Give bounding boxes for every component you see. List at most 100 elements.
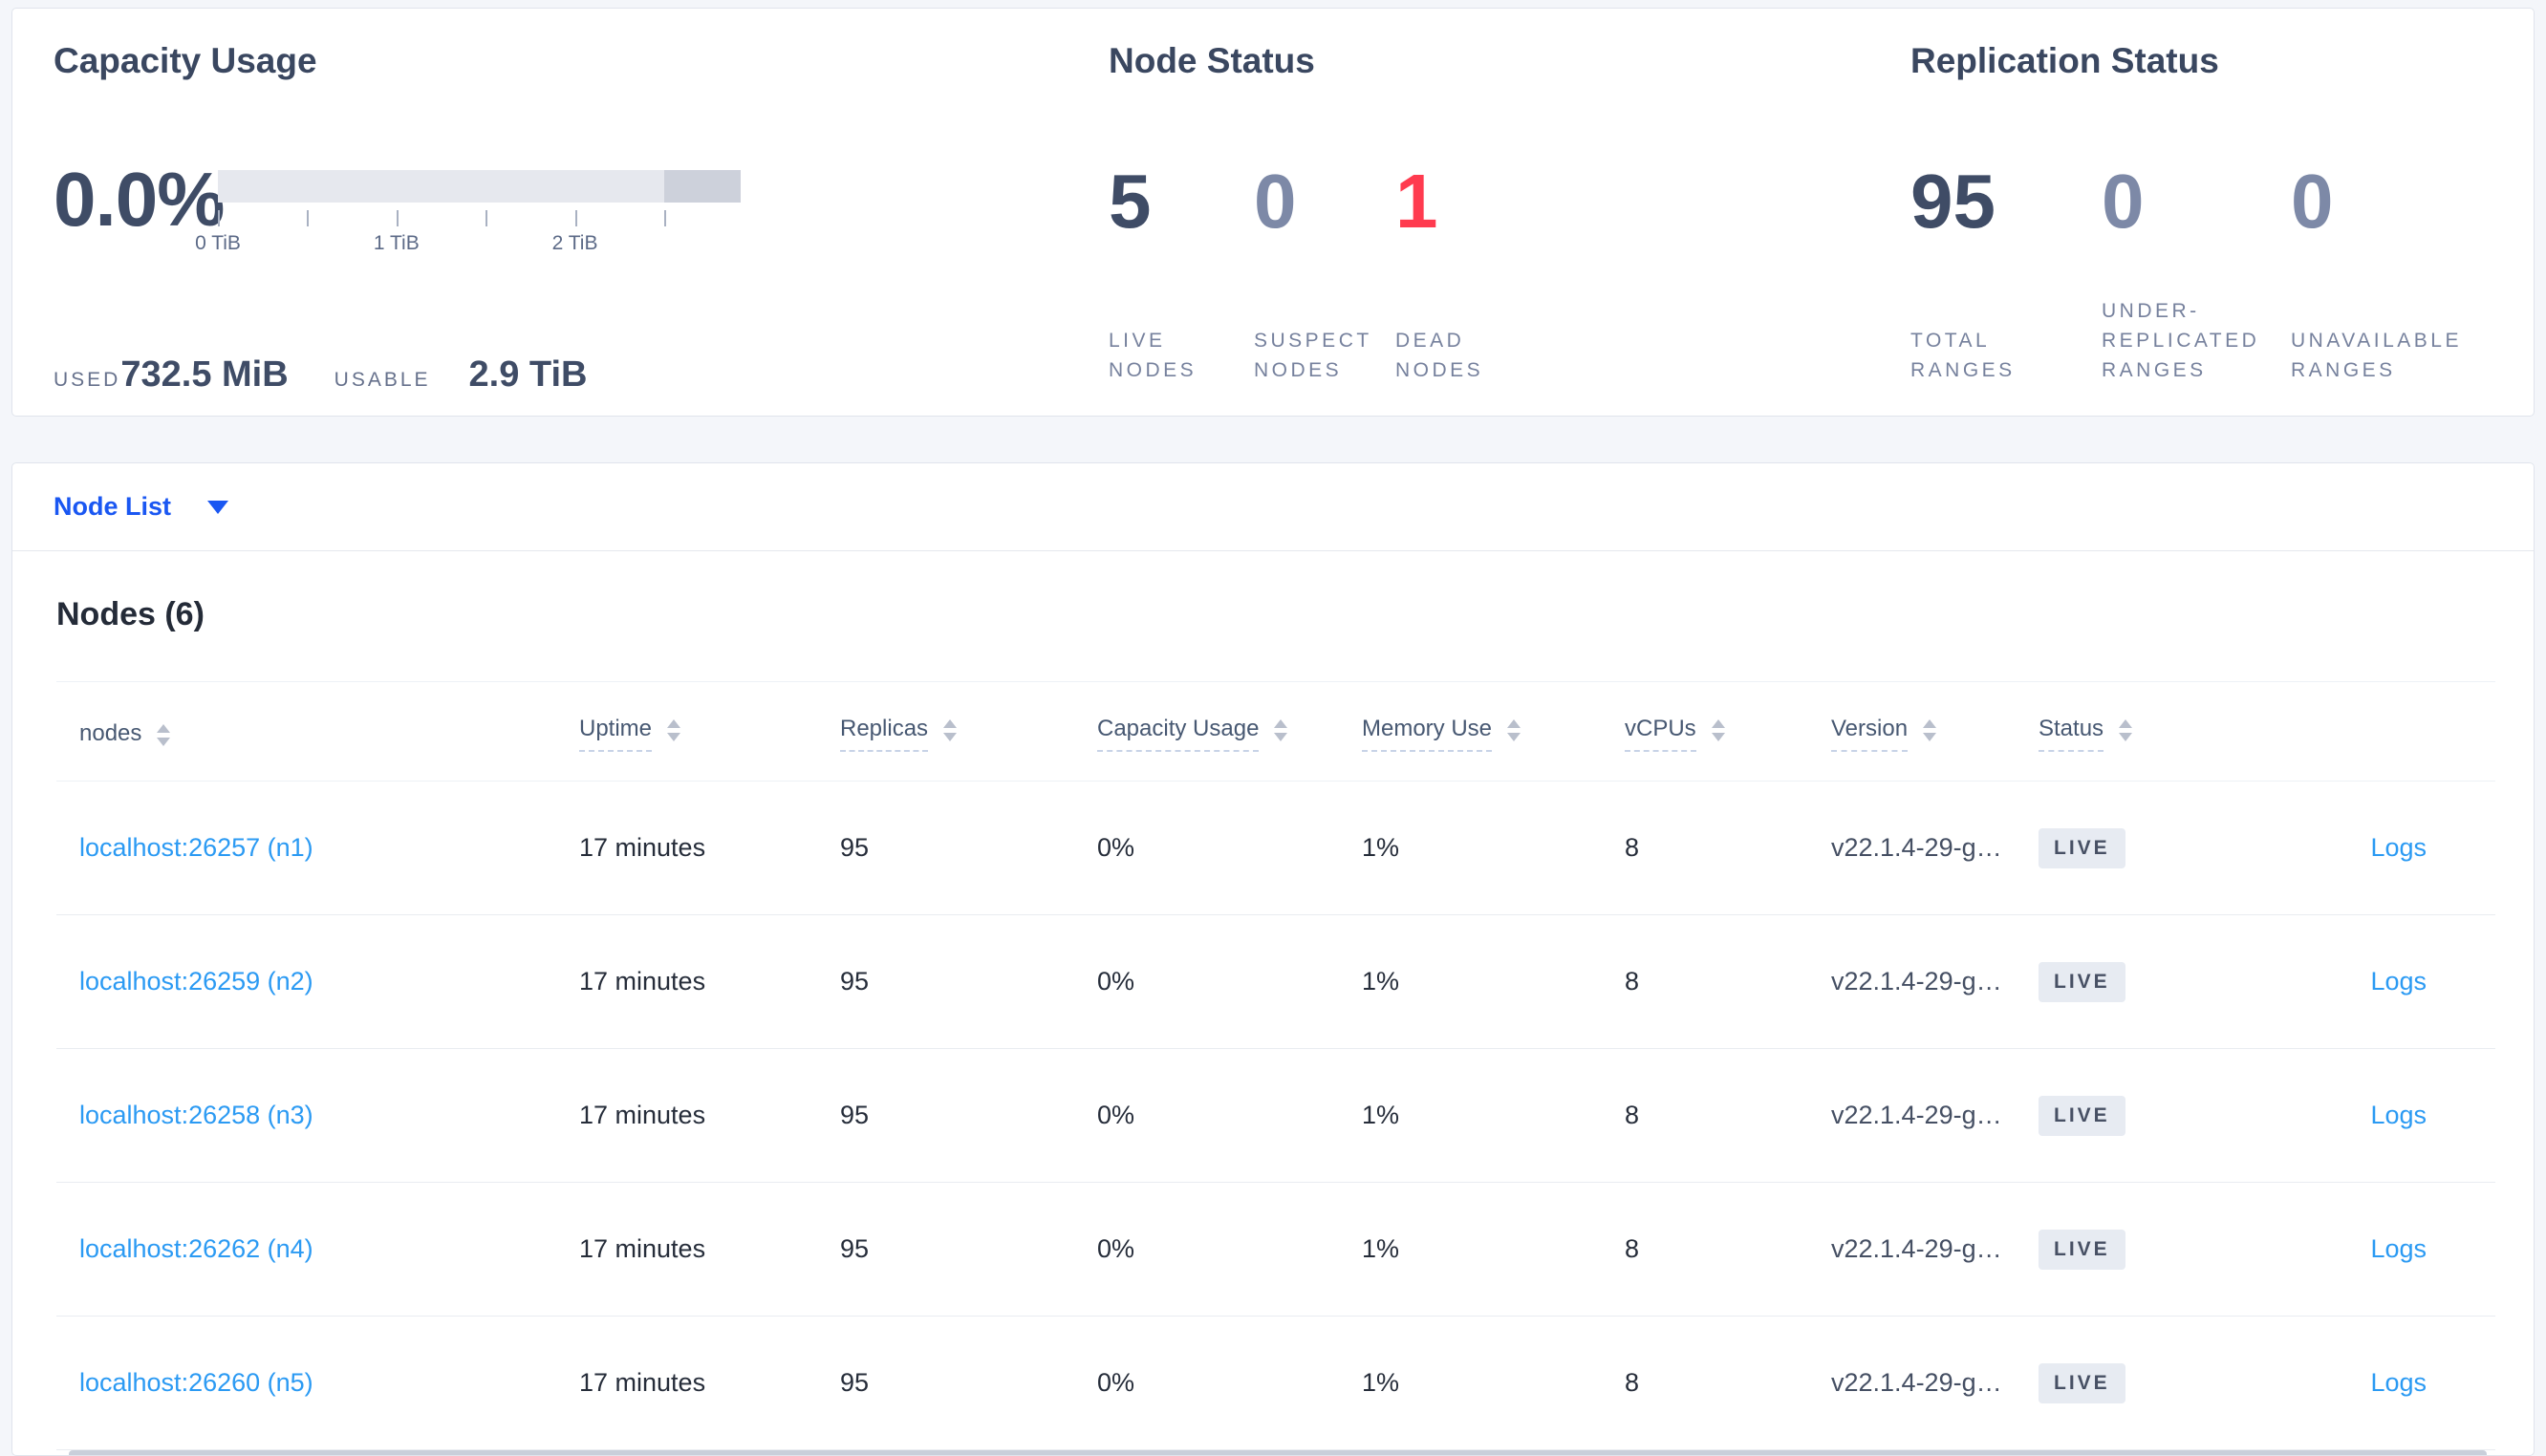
suspect-nodes-label: SUSPECT NODES bbox=[1254, 330, 1372, 381]
capacity-usage-section: Capacity Usage 0.0% 0 TiB 1 TiB 2 TiB US… bbox=[12, 9, 1079, 416]
version-cell: v22.1.4-29-g… bbox=[1831, 1234, 2002, 1263]
capacity-cell: 0% bbox=[1097, 1101, 1135, 1129]
nodes-table-header: nodes Uptime Replicas Capacity Usage Mem… bbox=[56, 682, 2495, 782]
node-status-stats: 5 LIVE NODES 0 SUSPECT NODES 1 DEAD NODE… bbox=[1109, 163, 1882, 385]
capacity-bar-dark-segment bbox=[664, 170, 741, 203]
table-row: localhost:26258 (n3) 17 minutes 95 0% 1%… bbox=[56, 1049, 2495, 1183]
under-replicated-ranges-value: 0 bbox=[2102, 159, 2145, 244]
memory-cell: 1% bbox=[1362, 1368, 1400, 1397]
capacity-usage-title: Capacity Usage bbox=[54, 41, 317, 80]
node-link[interactable]: localhost:26259 (n2) bbox=[79, 967, 313, 996]
live-nodes-stat: 5 LIVE NODES bbox=[1109, 163, 1254, 385]
version-cell: v22.1.4-29-g… bbox=[1831, 1368, 2002, 1397]
column-header-vcpus[interactable]: vCPUs bbox=[1625, 715, 1831, 752]
capacity-usage-chart: 0.0% 0 TiB 1 TiB 2 TiB bbox=[54, 161, 1079, 259]
vcpus-cell: 8 bbox=[1625, 967, 1640, 996]
sort-icon bbox=[157, 719, 171, 746]
table-row: localhost:26260 (n5) 17 minutes 95 0% 1%… bbox=[56, 1317, 2495, 1450]
column-header-version[interactable]: Version bbox=[1831, 715, 2039, 752]
logs-link[interactable]: Logs bbox=[2370, 1101, 2427, 1129]
status-badge: LIVE bbox=[2039, 827, 2125, 868]
usable-value: 2.9 TiB bbox=[468, 354, 588, 395]
capacity-cell: 0% bbox=[1097, 1368, 1135, 1397]
horizontal-scrollbar[interactable] bbox=[69, 1450, 2487, 1455]
logs-link[interactable]: Logs bbox=[2370, 833, 2427, 862]
axis-label-1tib: 1 TiB bbox=[373, 232, 420, 254]
logs-link[interactable]: Logs bbox=[2370, 1368, 2427, 1397]
vcpus-cell: 8 bbox=[1625, 1234, 1640, 1263]
logs-link[interactable]: Logs bbox=[2370, 967, 2427, 996]
replication-stats: 95 TOTAL RANGES 0 UNDER-REPLICATED RANGE… bbox=[1910, 163, 2534, 385]
sort-icon bbox=[2119, 715, 2133, 741]
nodes-count-heading: Nodes (6) bbox=[56, 596, 205, 632]
sort-icon bbox=[1274, 715, 1288, 741]
replicas-cell: 95 bbox=[840, 967, 870, 996]
column-header-uptime[interactable]: Uptime bbox=[579, 715, 840, 752]
status-badge: LIVE bbox=[2039, 1095, 2125, 1136]
capacity-used-percent: 0.0% bbox=[54, 157, 225, 242]
sort-icon bbox=[1711, 715, 1725, 741]
total-ranges-stat: 95 TOTAL RANGES bbox=[1910, 163, 2102, 385]
sort-icon bbox=[943, 715, 958, 741]
dead-nodes-stat: 1 DEAD NODES bbox=[1395, 163, 1558, 385]
capacity-cell: 0% bbox=[1097, 1234, 1135, 1263]
status-badge: LIVE bbox=[2039, 1362, 2125, 1403]
column-header-memory-use[interactable]: Memory Use bbox=[1362, 715, 1625, 752]
uptime-cell: 17 minutes bbox=[579, 1101, 706, 1129]
node-list-dropdown-label[interactable]: Node List bbox=[54, 492, 171, 522]
node-list-dropdown[interactable]: Node List bbox=[12, 463, 2534, 551]
sort-icon bbox=[1507, 715, 1521, 741]
uptime-cell: 17 minutes bbox=[579, 1234, 706, 1263]
status-badge: LIVE bbox=[2039, 1229, 2125, 1270]
dead-nodes-label: DEAD NODES bbox=[1395, 330, 1484, 381]
uptime-cell: 17 minutes bbox=[579, 967, 706, 996]
sort-icon bbox=[667, 715, 681, 741]
used-value: 732.5 MiB bbox=[120, 354, 289, 395]
memory-cell: 1% bbox=[1362, 833, 1400, 862]
capacity-axis-labels: 0 TiB 1 TiB 2 TiB bbox=[195, 232, 741, 259]
memory-cell: 1% bbox=[1362, 1234, 1400, 1263]
suspect-nodes-stat: 0 SUSPECT NODES bbox=[1254, 163, 1395, 385]
table-row: localhost:26257 (n1) 17 minutes 95 0% 1%… bbox=[56, 782, 2495, 915]
total-ranges-label: TOTAL RANGES bbox=[1910, 330, 2016, 381]
unavailable-ranges-label: UNAVAILABLE RANGES bbox=[2291, 330, 2462, 381]
node-link[interactable]: localhost:26257 (n1) bbox=[79, 833, 313, 862]
unavailable-ranges-value: 0 bbox=[2291, 159, 2334, 244]
node-list-body: Nodes (6) nodes Uptime Replicas Capacity… bbox=[12, 591, 2534, 1455]
version-cell: v22.1.4-29-g… bbox=[1831, 1101, 2002, 1129]
node-status-title: Node Status bbox=[1109, 41, 1315, 80]
capacity-cell: 0% bbox=[1097, 833, 1135, 862]
axis-label-0tib: 0 TiB bbox=[195, 232, 241, 254]
under-replicated-ranges-stat: 0 UNDER-REPLICATED RANGES bbox=[2102, 163, 2291, 385]
nodes-table: nodes Uptime Replicas Capacity Usage Mem… bbox=[56, 681, 2495, 1455]
replicas-cell: 95 bbox=[840, 833, 870, 862]
axis-label-2tib: 2 TiB bbox=[551, 232, 598, 254]
node-link[interactable]: localhost:26262 (n4) bbox=[79, 1234, 313, 1263]
total-ranges-value: 95 bbox=[1910, 159, 1996, 244]
live-nodes-value: 5 bbox=[1109, 159, 1152, 244]
capacity-bar bbox=[218, 170, 741, 203]
suspect-nodes-value: 0 bbox=[1254, 159, 1297, 244]
memory-cell: 1% bbox=[1362, 967, 1400, 996]
node-list-card: Node List Nodes (6) nodes Uptime Replica… bbox=[11, 462, 2535, 1456]
table-row: localhost:26259 (n2) 17 minutes 95 0% 1%… bbox=[56, 915, 2495, 1049]
replicas-cell: 95 bbox=[840, 1101, 870, 1129]
capacity-bar-block: 0 TiB 1 TiB 2 TiB bbox=[195, 161, 741, 259]
capacity-axis-ticks bbox=[218, 210, 741, 226]
table-row: localhost:26262 (n4) 17 minutes 95 0% 1%… bbox=[56, 1183, 2495, 1317]
column-header-nodes[interactable]: nodes bbox=[56, 719, 579, 748]
version-cell: v22.1.4-29-g… bbox=[1831, 833, 2002, 862]
version-cell: v22.1.4-29-g… bbox=[1831, 967, 2002, 996]
column-header-capacity-usage[interactable]: Capacity Usage bbox=[1097, 715, 1362, 752]
used-label: USED bbox=[54, 369, 121, 391]
node-link[interactable]: localhost:26260 (n5) bbox=[79, 1368, 313, 1397]
column-header-status[interactable]: Status bbox=[2039, 715, 2245, 752]
column-header-replicas[interactable]: Replicas bbox=[840, 715, 1097, 752]
logs-link[interactable]: Logs bbox=[2370, 1234, 2427, 1263]
replicas-cell: 95 bbox=[840, 1368, 870, 1397]
capacity-used-usable-row: USED 732.5 MiB USABLE 2.9 TiB bbox=[54, 354, 1079, 396]
node-link[interactable]: localhost:26258 (n3) bbox=[79, 1101, 313, 1129]
vcpus-cell: 8 bbox=[1625, 1101, 1640, 1129]
replicas-cell: 95 bbox=[840, 1234, 870, 1263]
sort-icon bbox=[1923, 715, 1937, 741]
